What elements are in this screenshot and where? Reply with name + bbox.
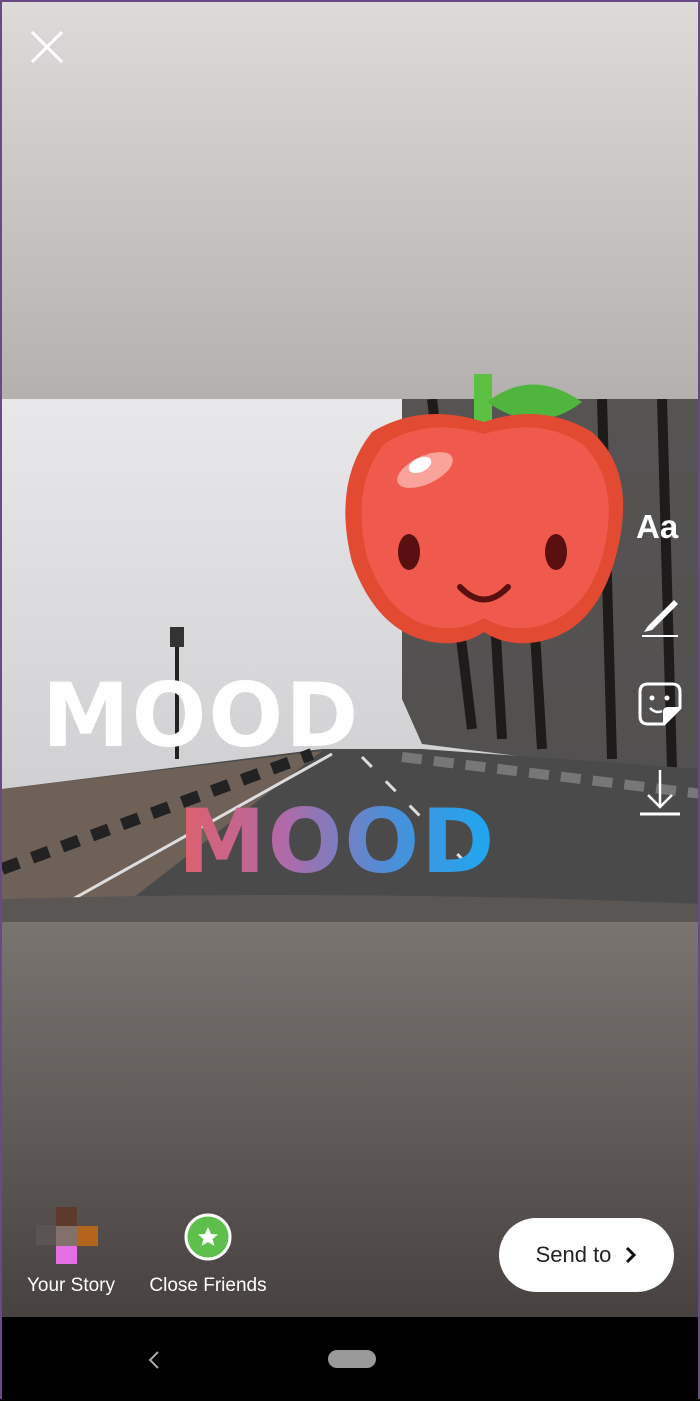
back-chevron-icon[interactable] (147, 1350, 161, 1370)
your-story-button[interactable]: Your Story (22, 1207, 120, 1297)
home-pill-icon[interactable] (328, 1350, 376, 1368)
star-icon (184, 1213, 232, 1261)
close-icon[interactable] (30, 30, 64, 64)
top-background (2, 2, 698, 399)
close-friends-button[interactable]: Close Friends (142, 1207, 274, 1297)
send-to-button[interactable]: Send to (499, 1218, 674, 1292)
apple-sticker[interactable] (342, 372, 627, 652)
close-friends-label: Close Friends (149, 1275, 267, 1296)
avatar (36, 1207, 98, 1264)
download-icon[interactable] (638, 768, 682, 818)
send-to-label: Send to (535, 1242, 612, 1267)
sticker-icon[interactable] (638, 682, 682, 726)
your-story-label: Your Story (26, 1275, 115, 1296)
mood-text-sticker-white[interactable]: MOOD (42, 672, 360, 760)
story-editor: MOOD MOOD Aa Your Story Close Friends Se… (0, 0, 700, 1401)
pen-icon[interactable] (640, 592, 680, 640)
system-nav-bar (2, 1317, 698, 1401)
mood-text-sticker-gradient[interactable]: MOOD (178, 798, 496, 886)
text-tool-button[interactable]: Aa (636, 508, 678, 546)
chevron-right-icon (626, 1246, 637, 1264)
